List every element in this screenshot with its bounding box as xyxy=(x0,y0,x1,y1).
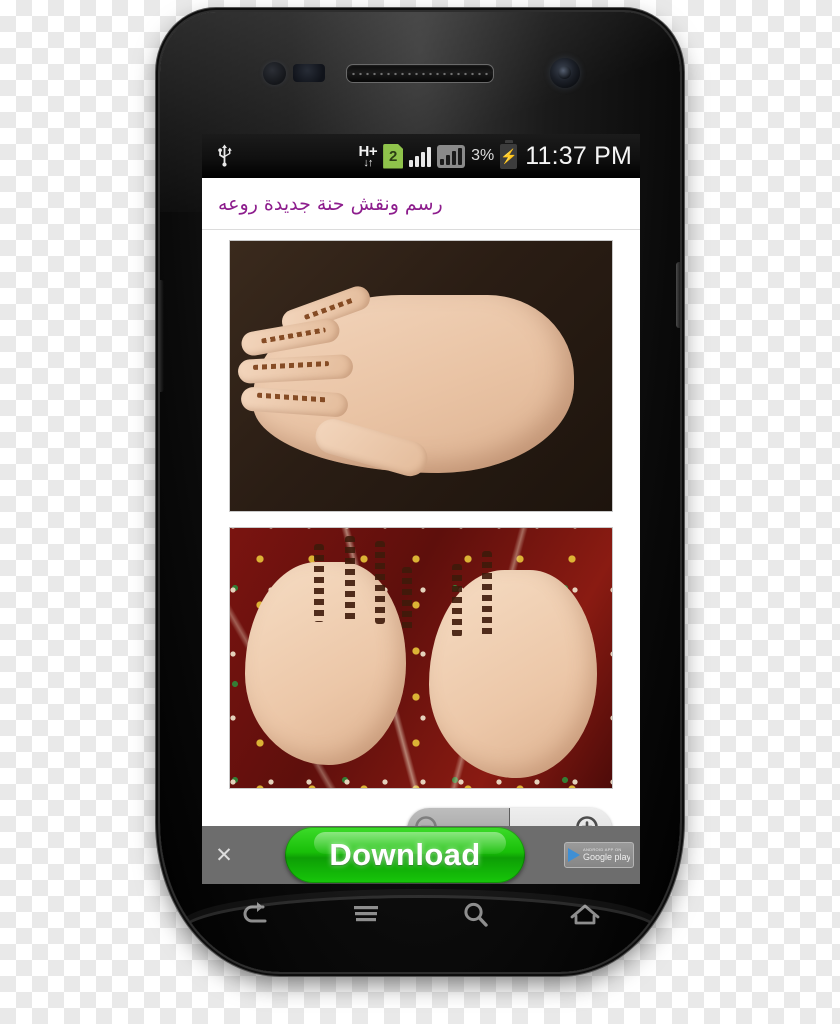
home-icon xyxy=(569,902,601,928)
page-title-bar: رسم ونقش حنة جديدة روعه xyxy=(202,178,640,230)
signal-bars-secondary-icon xyxy=(437,144,466,168)
phone-screen: H+ ↓↑ 2 3% ⚡ 11:37 PM رسم ونقش حنة جديدة… xyxy=(202,134,640,884)
download-button[interactable]: Download xyxy=(285,827,525,883)
page-title: رسم ونقش حنة جديدة روعه xyxy=(218,192,443,215)
android-smartphone: H+ ↓↑ 2 3% ⚡ 11:37 PM رسم ونقش حنة جديدة… xyxy=(160,12,680,972)
android-status-bar: H+ ↓↑ 2 3% ⚡ 11:37 PM xyxy=(202,134,640,178)
search-magnifier-icon xyxy=(461,900,491,930)
web-page-content[interactable]: ✕ Download ANDROID APP ON Google play xyxy=(202,230,640,884)
back-arrow-icon xyxy=(241,901,273,929)
light-sensor xyxy=(293,64,325,82)
battery-percent-label: 3% xyxy=(471,147,495,164)
proximity-sensor xyxy=(263,62,286,85)
ad-close-button[interactable]: ✕ xyxy=(202,826,246,884)
henna-two-hands-red-fabric[interactable] xyxy=(229,527,613,789)
menu-hamburger-icon xyxy=(350,902,382,928)
google-play-triangle-icon xyxy=(568,848,580,862)
front-camera xyxy=(550,58,580,88)
ad-download-wrapper: Download xyxy=(246,827,564,883)
advertisement-banner[interactable]: ✕ Download ANDROID APP ON Google play xyxy=(202,826,640,884)
battery-charging-icon: ⚡ xyxy=(500,143,517,169)
nav-search[interactable] xyxy=(448,893,504,937)
earpiece-speaker xyxy=(346,64,494,83)
download-button-label: Download xyxy=(329,837,481,872)
google-play-badge[interactable]: ANDROID APP ON Google play xyxy=(564,842,634,868)
volume-rocker-button[interactable] xyxy=(160,280,164,392)
sim-slot-badge: 2 xyxy=(383,143,404,169)
nav-home[interactable] xyxy=(557,893,613,937)
capacitive-nav-bar xyxy=(202,884,640,946)
nav-back[interactable] xyxy=(229,893,285,937)
google-play-badge-line2: Google play xyxy=(583,852,630,862)
signal-bars-icon xyxy=(409,145,432,167)
henna-hand-dark-background[interactable] xyxy=(229,240,613,512)
nav-menu[interactable] xyxy=(338,893,394,937)
status-bar-clock: 11:37 PM xyxy=(525,141,632,170)
network-type-indicator: H+ ↓↑ xyxy=(358,142,378,169)
power-button[interactable] xyxy=(676,262,680,328)
usb-icon xyxy=(216,144,233,168)
